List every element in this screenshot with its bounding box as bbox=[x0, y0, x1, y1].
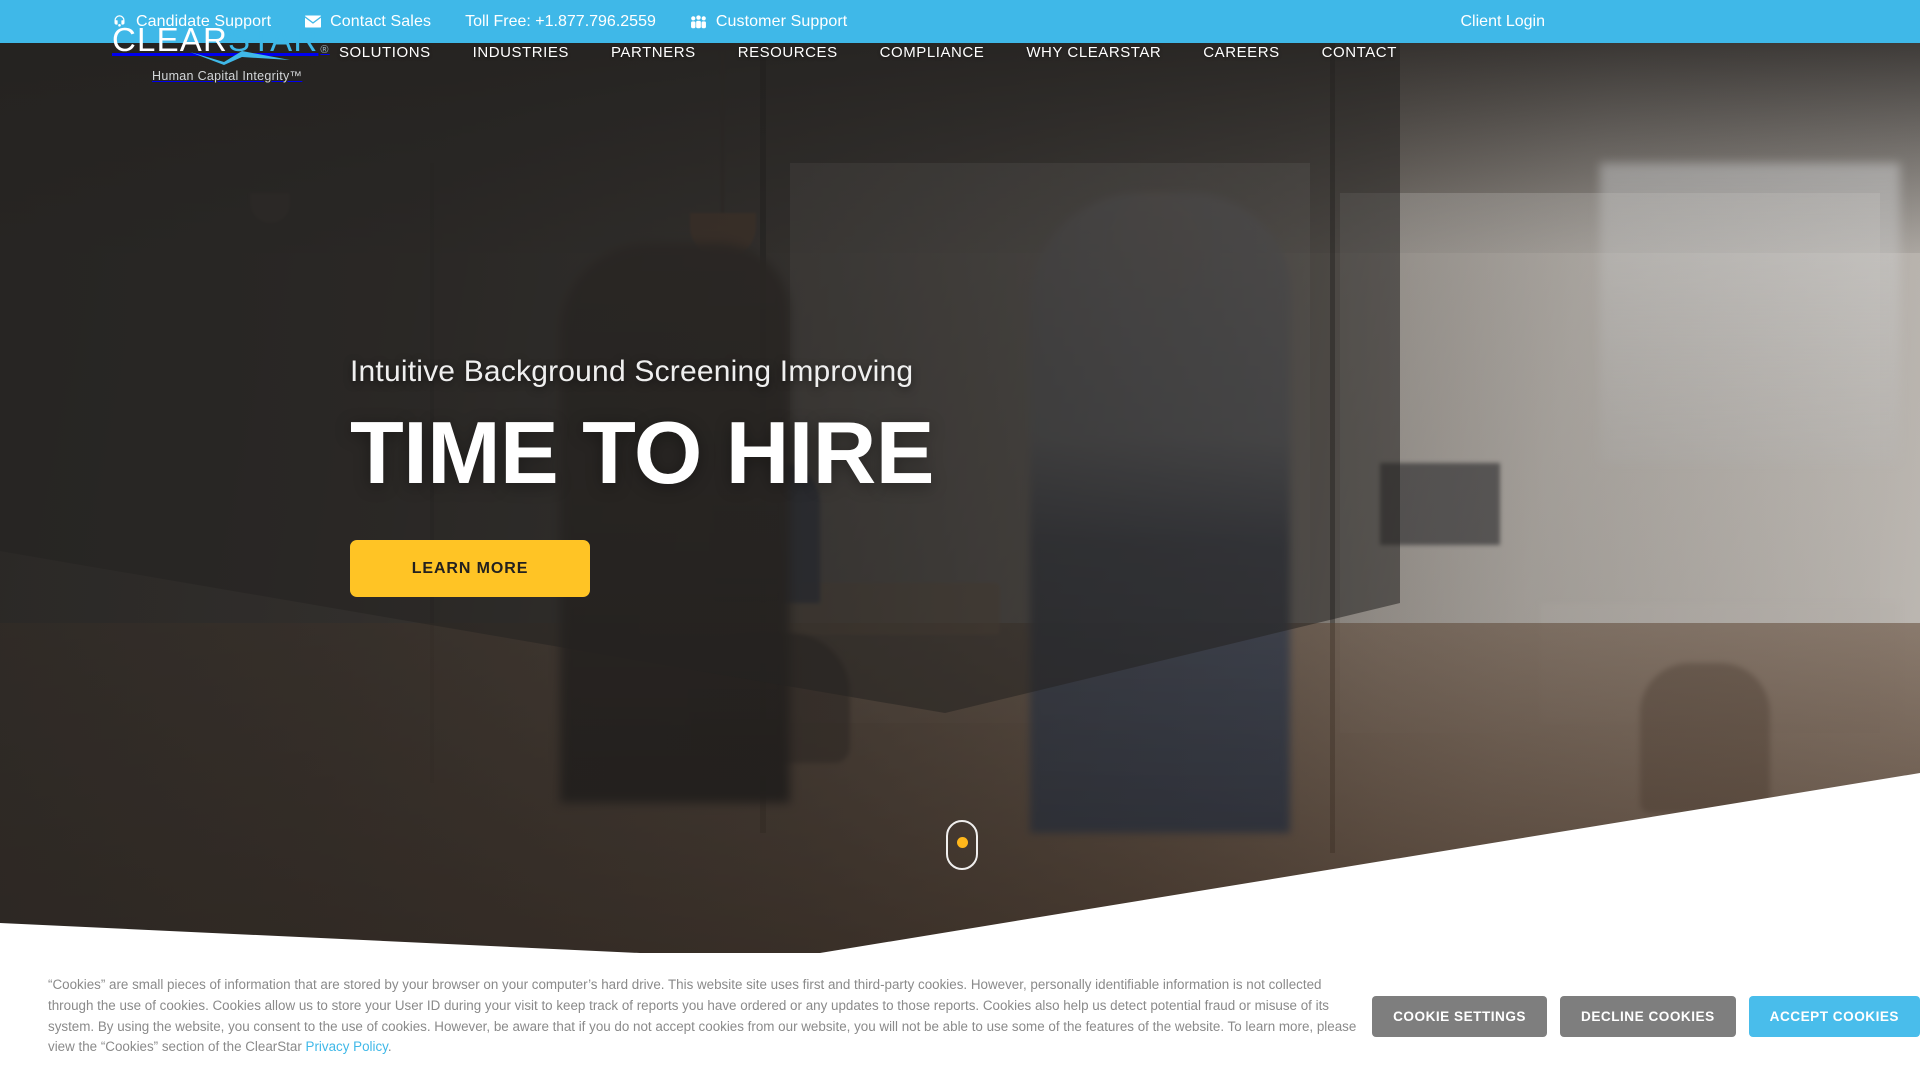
hero-content: Intuitive Background Screening Improving… bbox=[350, 355, 934, 598]
clearstar-logo[interactable]: CLEAR STAR ® Human Capital Integrity™ bbox=[112, 23, 328, 83]
cookie-policy-text: “Cookies” are small pieces of informatio… bbox=[48, 975, 1360, 1058]
hero-headline: TIME TO HIRE bbox=[350, 403, 934, 502]
learn-more-button[interactable]: LEARN MORE bbox=[350, 540, 590, 598]
nav-item-resources[interactable]: RESOURCES bbox=[738, 44, 838, 61]
scroll-indicator-dot bbox=[956, 837, 968, 848]
nav-item-compliance[interactable]: COMPLIANCE bbox=[880, 44, 985, 61]
cookie-text-line-1: “Cookies” are small pieces of informatio… bbox=[48, 976, 1265, 992]
hero-section bbox=[0, 43, 1920, 953]
decline-cookies-button[interactable]: DECLINE COOKIES bbox=[1560, 996, 1736, 1037]
scroll-down-mouse-icon[interactable] bbox=[946, 820, 978, 870]
privacy-policy-link[interactable]: Privacy Policy bbox=[306, 1039, 388, 1054]
cookie-settings-button[interactable]: COOKIE SETTINGS bbox=[1372, 996, 1547, 1037]
site-header: CLEAR STAR ® Human Capital Integrity™ SOLU… bbox=[0, 0, 1920, 105]
nav-item-partners[interactable]: PARTNERS bbox=[611, 44, 696, 61]
hero-eyebrow-text: Intuitive Background Screening Improving bbox=[350, 355, 914, 388]
main-navigation: SOLUTIONS INDUSTRIES PARTNERS RESOURCES … bbox=[339, 44, 1439, 61]
cookie-consent-banner: “Cookies” are small pieces of informatio… bbox=[0, 953, 1920, 1080]
nav-item-solutions[interactable]: SOLUTIONS bbox=[339, 44, 431, 61]
nav-item-industries[interactable]: INDUSTRIES bbox=[473, 44, 569, 61]
cookie-text-line-4-suffix: . bbox=[387, 1039, 392, 1055]
logo-registered-mark: ® bbox=[320, 43, 330, 56]
nav-item-why-clearstar[interactable]: WHY CLEARSTAR bbox=[1026, 44, 1161, 61]
cookie-button-group: COOKIE SETTINGS DECLINE COOKIES ACCEPT C… bbox=[1372, 996, 1920, 1037]
nav-item-careers[interactable]: CAREERS bbox=[1203, 44, 1279, 61]
logo-tagline: Human Capital Integrity™ bbox=[152, 68, 303, 83]
nav-item-contact[interactable]: CONTACT bbox=[1322, 44, 1397, 61]
logo-swoosh-icon bbox=[112, 50, 290, 65]
accept-cookies-button[interactable]: ACCEPT COOKIES bbox=[1748, 996, 1920, 1037]
